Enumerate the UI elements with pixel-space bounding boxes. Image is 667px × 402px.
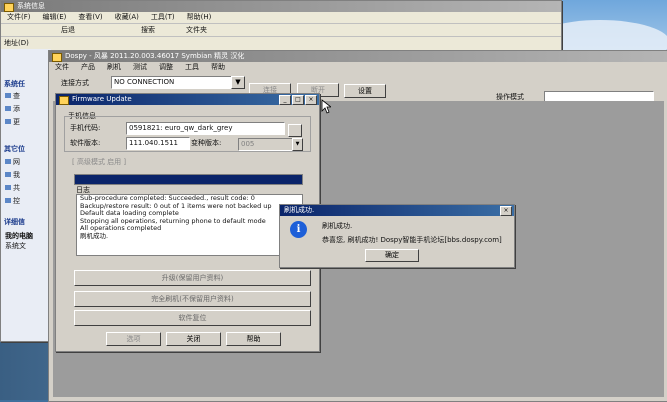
help-button[interactable]: 帮助: [226, 332, 281, 346]
close-button[interactable]: 关闭: [166, 332, 221, 346]
folders-button[interactable]: 文件夹: [186, 25, 207, 35]
place-icon: [5, 159, 11, 164]
details-name: 我的电脑: [5, 232, 33, 240]
place-icon: [5, 172, 11, 177]
firmware-title: Firmware Update: [72, 95, 132, 103]
task-item[interactable]: 查: [13, 91, 20, 101]
product-code-field[interactable]: 0591821: euro_qw_dark_grey: [126, 122, 285, 135]
details-desc: 系统文: [5, 242, 26, 250]
explorer-titlebar: 系统信息: [1, 1, 561, 12]
place-item[interactable]: 我: [13, 170, 20, 180]
details-title: 详细信: [4, 218, 25, 226]
chevron-down-icon[interactable]: ▼: [292, 138, 303, 151]
settings-button[interactable]: 设置: [344, 84, 386, 98]
full-flash-button[interactable]: 完全刷机(不保留用户资料): [74, 291, 311, 307]
ok-button[interactable]: 确定: [365, 249, 419, 262]
app-icon: [59, 96, 69, 105]
other-places-title: 其它位: [4, 145, 25, 153]
progress-bar: [74, 174, 303, 185]
address-label: 地址(D): [4, 39, 29, 47]
mouse-cursor: [321, 99, 331, 114]
log-view[interactable]: Sub-procedure completed: Succeeded., res…: [76, 194, 303, 256]
dialog-line1: 刷机成功.: [322, 222, 353, 230]
dialog-line2: 恭喜您, 刷机成功! Dospy智能手机论坛[bbs.dospy.com]: [322, 236, 502, 244]
system-tasks-title: 系统任: [4, 80, 25, 88]
menu-edit[interactable]: 编辑(E): [43, 12, 67, 22]
maximize-button[interactable]: □: [292, 95, 304, 105]
dospy-titlebar: Dospy - 风暴 2011.20.003.46017 Symbian 精灵 …: [49, 51, 667, 62]
menu-file[interactable]: 文件(F): [7, 12, 31, 22]
place-icon: [5, 185, 11, 190]
menu-test[interactable]: 测试: [133, 62, 147, 72]
dialog-title: 刷机成功.: [284, 206, 315, 214]
firmware-titlebar: Firmware Update _ □ ×: [56, 94, 319, 105]
menu-tools[interactable]: 工具: [185, 62, 199, 72]
explorer-sidebar: 系统任 查 添 更 其它位 网 我 共 控 详细信 我的电脑 系统文: [1, 49, 51, 341]
place-item[interactable]: 网: [13, 157, 20, 167]
close-icon[interactable]: ×: [500, 206, 512, 216]
options-button[interactable]: 选项: [106, 332, 161, 346]
sw-version-field[interactable]: 111.040.1511: [126, 137, 190, 150]
sw-version-label: 软件版本:: [70, 139, 101, 147]
menu-favorites[interactable]: 收藏(A): [115, 12, 139, 22]
variant-label: 变种版本:: [191, 139, 222, 147]
info-icon: i: [290, 221, 307, 238]
advanced-mode-toggle[interactable]: [ 高级模式 启用 ]: [72, 157, 126, 167]
menu-file[interactable]: 文件: [55, 62, 69, 72]
place-icon: [5, 198, 11, 203]
progress-fill: [75, 175, 302, 184]
close-icon[interactable]: ×: [305, 95, 317, 105]
upgrade-keep-data-button[interactable]: 升级(保留用户资料): [74, 270, 311, 286]
menu-product[interactable]: 产品: [81, 62, 95, 72]
explorer-title: 系统信息: [17, 2, 45, 10]
place-item[interactable]: 共: [13, 183, 20, 193]
computer-icon: [4, 3, 14, 12]
chevron-down-icon[interactable]: ▼: [231, 76, 245, 89]
back-button[interactable]: 后退: [61, 25, 75, 35]
connect-label: 连接方式: [61, 79, 89, 87]
connection-select[interactable]: NO CONNECTION: [111, 76, 233, 89]
log-line: 刷机成功.: [80, 231, 109, 240]
product-code-label: 手机代码:: [70, 124, 101, 132]
software-reset-button[interactable]: 软件复位: [74, 310, 311, 326]
menu-help[interactable]: 帮助(H): [187, 12, 212, 22]
task-item[interactable]: 更: [13, 117, 20, 127]
menu-tools[interactable]: 工具(T): [151, 12, 175, 22]
product-code-button[interactable]: [288, 124, 302, 137]
menu-help[interactable]: 帮助: [211, 62, 225, 72]
search-button[interactable]: 搜索: [141, 25, 155, 35]
dospy-title: Dospy - 风暴 2011.20.003.46017 Symbian 精灵 …: [65, 52, 245, 60]
menu-view[interactable]: 查看(V): [78, 12, 102, 22]
variant-field[interactable]: 005: [238, 138, 294, 151]
dospy-menubar: 文件 产品 刷机 测试 调整 工具 帮助: [49, 62, 667, 72]
place-item[interactable]: 控: [13, 196, 20, 206]
success-dialog: 刷机成功. × i 刷机成功. 恭喜您, 刷机成功! Dospy智能手机论坛[b…: [279, 204, 515, 268]
app-icon: [52, 53, 62, 62]
task-item[interactable]: 添: [13, 104, 20, 114]
task-icon: [5, 93, 11, 98]
log-line: All operations completed: [80, 224, 162, 232]
explorer-menubar: 文件(F) 编辑(E) 查看(V) 收藏(A) 工具(T) 帮助(H): [1, 12, 561, 22]
task-icon: [5, 119, 11, 124]
minimize-button[interactable]: _: [279, 95, 291, 105]
menu-flash[interactable]: 刷机: [107, 62, 121, 72]
menu-tune[interactable]: 调整: [159, 62, 173, 72]
dialog-titlebar: 刷机成功. ×: [280, 205, 514, 216]
task-icon: [5, 106, 11, 111]
